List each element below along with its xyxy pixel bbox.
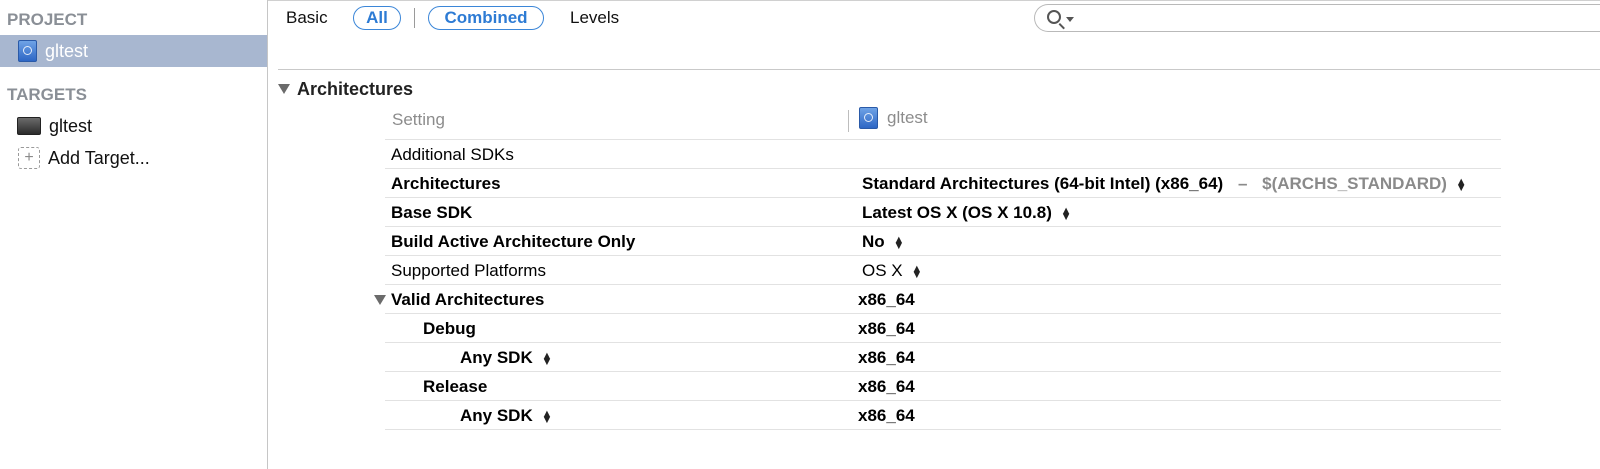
setting-value[interactable]: x86_64: [858, 318, 915, 339]
setting-value[interactable]: x86_64: [858, 405, 915, 426]
chevron-down-icon[interactable]: [1066, 17, 1074, 22]
table-row[interactable]: Architectures Standard Architectures (64…: [385, 169, 1501, 198]
build-settings-editor: Basic All Combined Levels Architectures …: [268, 0, 1600, 469]
toolbar-divider: [278, 69, 1600, 70]
top-border: [268, 0, 1600, 1]
search-field[interactable]: [1034, 4, 1600, 32]
popup-stepper-icon[interactable]: ▲ ▼: [893, 234, 904, 251]
setting-name: Build Active Architecture Only: [391, 232, 636, 251]
setting-name: Architectures: [391, 174, 501, 193]
filter-combined-button[interactable]: Combined: [428, 6, 544, 30]
setting-name[interactable]: Any SDK ▲ ▼: [460, 405, 552, 426]
column-header-setting: Setting: [392, 110, 445, 129]
filter-separator: [414, 8, 415, 28]
app-target-icon: [17, 117, 41, 135]
table-row[interactable]: Release x86_64: [385, 372, 1501, 401]
setting-value-text: OS X: [862, 261, 903, 280]
setting-name: Release: [423, 377, 488, 396]
setting-name[interactable]: Any SDK ▲ ▼: [460, 347, 552, 368]
setting-value[interactable]: x86_64: [858, 347, 915, 368]
setting-name: Additional SDKs: [391, 145, 514, 164]
popup-stepper-icon[interactable]: ▲ ▼: [541, 408, 552, 425]
setting-name: Valid Architectures: [391, 290, 545, 309]
table-row[interactable]: Any SDK ▲ ▼ x86_64: [385, 401, 1501, 430]
setting-value[interactable]: No ▲ ▼: [862, 231, 904, 252]
filter-levels-button[interactable]: Levels: [570, 6, 619, 30]
disclosure-triangle-icon[interactable]: [278, 84, 290, 94]
setting-value[interactable]: Standard Architectures (64-bit Intel) (x…: [862, 173, 1467, 194]
add-target-label: Add Target...: [48, 148, 150, 168]
table-row[interactable]: Supported Platforms OS X ▲ ▼: [385, 256, 1501, 285]
sidebar-item-project[interactable]: gltest: [0, 35, 267, 67]
table-row[interactable]: Valid Architectures x86_64: [374, 285, 1501, 314]
navigator-sidebar: PROJECT gltest TARGETS gltest + Add Targ…: [0, 0, 268, 469]
setting-value-text: Standard Architectures (64-bit Intel) (x…: [862, 174, 1224, 193]
popup-stepper-icon[interactable]: ▲ ▼: [1456, 176, 1467, 193]
filter-all-button[interactable]: All: [353, 6, 401, 30]
architectures-group-header[interactable]: Architectures: [278, 78, 413, 100]
add-target-button[interactable]: + Add Target...: [0, 142, 267, 174]
value-separator: –: [1237, 174, 1248, 193]
popup-stepper-icon[interactable]: ▲ ▼: [1061, 205, 1072, 222]
add-icon: +: [18, 147, 40, 169]
setting-value-text: No: [862, 232, 885, 251]
setting-value-text: Latest OS X (OS X 10.8): [862, 203, 1052, 222]
setting-name-text: Any SDK: [460, 348, 533, 367]
group-title: Architectures: [297, 78, 414, 99]
popup-stepper-icon[interactable]: ▲ ▼: [541, 350, 552, 367]
xcode-project-icon: [18, 40, 37, 62]
column-header-target-label: gltest: [887, 108, 928, 127]
search-input[interactable]: [1079, 8, 1600, 30]
table-row[interactable]: Any SDK ▲ ▼ x86_64: [385, 343, 1501, 372]
table-row[interactable]: Build Active Architecture Only No ▲ ▼: [385, 227, 1501, 256]
setting-value[interactable]: x86_64: [858, 376, 915, 397]
setting-value[interactable]: Latest OS X (OS X 10.8) ▲ ▼: [862, 202, 1072, 223]
table-header: Setting gltest: [385, 104, 1501, 140]
table-row[interactable]: Base SDK Latest OS X (OS X 10.8) ▲ ▼: [385, 198, 1501, 227]
column-separator: [848, 110, 849, 132]
targets-section-header: TARGETS: [7, 85, 87, 104]
sidebar-item-label: gltest: [45, 41, 89, 61]
setting-value[interactable]: OS X ▲ ▼: [862, 260, 922, 281]
column-header-target[interactable]: gltest: [859, 107, 928, 129]
setting-name: Supported Platforms: [391, 261, 546, 280]
disclosure-triangle-icon[interactable]: [374, 295, 386, 305]
search-icon[interactable]: [1047, 10, 1061, 24]
table-row[interactable]: Additional SDKs: [385, 140, 1501, 169]
project-section-header: PROJECT: [7, 10, 88, 29]
filter-basic-button[interactable]: Basic: [286, 6, 328, 30]
setting-macro: $(ARCHS_STANDARD): [1262, 174, 1447, 193]
setting-name: Debug: [423, 319, 476, 338]
setting-value[interactable]: x86_64: [858, 289, 915, 310]
table-row[interactable]: Debug x86_64: [385, 314, 1501, 343]
popup-stepper-icon[interactable]: ▲ ▼: [911, 263, 922, 280]
sidebar-item-label: gltest: [49, 116, 93, 136]
setting-name-text: Any SDK: [460, 406, 533, 425]
setting-name: Base SDK: [391, 203, 473, 222]
sidebar-item-target[interactable]: gltest: [0, 110, 267, 142]
xcode-project-icon: [859, 107, 878, 129]
